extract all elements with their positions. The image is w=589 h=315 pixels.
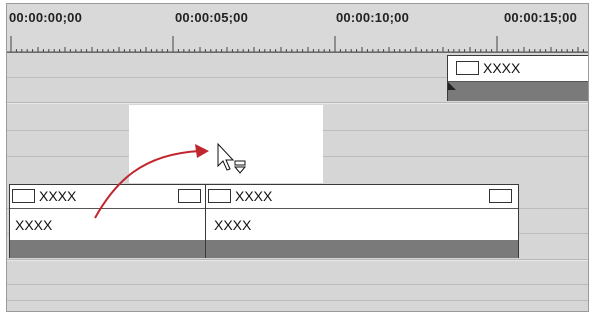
clip-thumbnail-icon (12, 189, 35, 203)
drop-target-gap[interactable] (129, 105, 323, 183)
clip-a-subname: XXXX (15, 217, 53, 233)
clip-b-subname: XXXX (214, 217, 252, 233)
timeline-panel: 00:00:00;00 00:00:05;00 00:00:10;00 00:0… (6, 3, 589, 312)
clip-a-header: XXXX (10, 185, 205, 209)
clip-a-name: XXXX (39, 188, 77, 204)
clip-end-thumbnail-icon (489, 189, 512, 203)
time-ruler[interactable]: 00:00:00;00 00:00:05;00 00:00:10;00 00:0… (7, 4, 588, 53)
clip-b[interactable]: XXXX XXXX (205, 184, 519, 258)
track-separator (7, 102, 588, 104)
clip-b-footer (206, 240, 518, 258)
clip-b-header: XXXX (206, 185, 518, 209)
top-clip-name: XXXX (483, 60, 521, 76)
top-clip-header: XXXX (448, 56, 588, 82)
top-clip-footer (448, 82, 588, 101)
track-4-divider-2 (7, 300, 588, 301)
clip-a-footer (10, 240, 205, 258)
clip-start-marker-icon (448, 82, 456, 90)
track-4-divider (7, 284, 588, 285)
clip-b-name: XXXX (235, 188, 273, 204)
track-4[interactable] (7, 262, 588, 311)
ruler-ticks (7, 36, 588, 53)
clip-end-thumbnail-icon (178, 189, 201, 203)
clip-a[interactable]: XXXX XXXX (9, 184, 206, 258)
track-separator-2 (7, 259, 588, 261)
clip-thumbnail-icon (208, 189, 231, 203)
clip-thumbnail-icon (456, 61, 479, 75)
top-clip[interactable]: XXXX (447, 55, 588, 101)
